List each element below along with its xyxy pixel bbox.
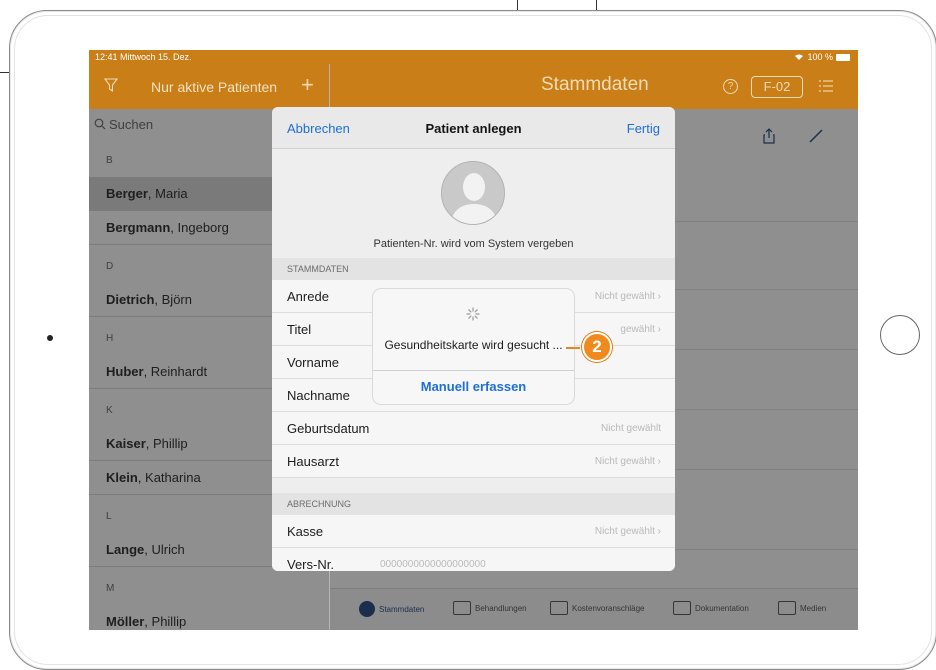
patient-first-name: , Phillip	[144, 614, 187, 629]
id-badge-button[interactable]: F-02	[751, 76, 803, 98]
ipad-screen: 12:41 Mittwoch 15. Dez. 100 % Nur aktive…	[89, 50, 858, 630]
card-search-alert: Gesundheitskarte wird gesucht ... Manuel…	[373, 289, 574, 404]
field-vers-nr[interactable]: Vers-Nr. 0000000000000000000	[272, 548, 675, 571]
patient-first-name: , Ingeborg	[170, 220, 229, 235]
battery-percentage: 100 %	[807, 52, 833, 62]
field-kasse[interactable]: Kasse Nicht gewählt ›	[272, 515, 675, 548]
filter-icon[interactable]	[103, 77, 119, 93]
spinner-icon	[466, 307, 480, 321]
patient-last-name: Kaiser	[106, 436, 146, 451]
section-header-stammdaten: STAMMDATEN	[272, 258, 675, 280]
status-time: 12:41 Mittwoch 15. Dez.	[95, 52, 192, 62]
callout-badge: 2	[582, 332, 612, 362]
patient-last-name: Huber	[106, 364, 144, 379]
person-icon	[359, 601, 375, 617]
section-letter: M	[106, 583, 115, 594]
status-bar: 12:41 Mittwoch 15. Dez. 100 %	[89, 50, 858, 64]
patient-first-name: , Phillip	[145, 436, 188, 451]
page-title: Stammdaten	[541, 74, 649, 95]
add-patient-icon[interactable]: +	[301, 74, 314, 96]
detail-nav-bar: Stammdaten ? F-02	[330, 64, 858, 109]
patient-number-note: Patienten-Nr. wird vom System vergeben	[373, 238, 574, 250]
tab-stammdaten[interactable]: Stammdaten	[359, 601, 424, 617]
avatar-placeholder-icon[interactable]	[441, 161, 505, 225]
sidebar-nav-bar: Nur aktive Patienten +	[89, 64, 329, 109]
patient-first-name: , Maria	[147, 186, 188, 201]
list-icon[interactable]	[818, 78, 834, 94]
alert-message: Gesundheitskarte wird gesucht ...	[384, 338, 563, 352]
manual-entry-button[interactable]: Manuell erfassen	[373, 379, 574, 394]
share-icon[interactable]	[763, 128, 775, 144]
document-icon	[453, 601, 471, 615]
patient-first-name: , Ulrich	[144, 542, 185, 557]
edit-icon[interactable]	[808, 128, 824, 144]
tab-medien[interactable]: Medien	[778, 601, 826, 615]
search-input[interactable]: Suchen	[109, 117, 153, 132]
home-button[interactable]	[880, 315, 920, 355]
patient-first-name: , Reinhardt	[143, 364, 208, 379]
camera-dot	[47, 335, 53, 341]
search-icon	[94, 118, 106, 130]
list-item[interactable]: Möller, Phillip	[89, 605, 329, 630]
field-hausarzt[interactable]: Hausarzt Nicht gewählt ›	[272, 445, 675, 478]
callout-pointer	[566, 347, 580, 349]
modal-header: Abbrechen Patient anlegen Fertig	[272, 107, 675, 149]
patient-first-name: , Katharina	[137, 470, 201, 485]
modal-title: Patient anlegen	[425, 121, 522, 136]
media-icon	[778, 601, 796, 615]
patient-last-name: Lange	[106, 542, 145, 557]
status-battery: 100 %	[794, 50, 850, 64]
filter-title[interactable]: Nur aktive Patienten	[151, 79, 277, 95]
wifi-icon	[795, 54, 804, 60]
field-geburtsdatum[interactable]: Geburtsdatum Nicht gewählt	[272, 412, 675, 445]
patient-last-name: Bergmann	[106, 220, 171, 235]
done-button[interactable]: Fertig	[627, 121, 660, 136]
patient-last-name: Möller	[106, 614, 145, 629]
patient-last-name: Dietrich	[106, 292, 155, 307]
estimate-icon	[550, 601, 568, 615]
pencil-icon	[673, 601, 691, 615]
battery-icon	[836, 53, 850, 61]
patient-last-name: Berger	[106, 186, 148, 201]
tab-bar: Stammdaten Behandlungen Kostenvoranschlä…	[330, 588, 858, 630]
help-icon[interactable]: ?	[723, 79, 738, 94]
section-header-abrechnung: ABRECHNUNG	[272, 493, 675, 515]
tab-behandlungen[interactable]: Behandlungen	[453, 601, 527, 615]
patient-last-name: Klein	[106, 470, 138, 485]
tab-dokumentation[interactable]: Dokumentation	[673, 601, 749, 615]
tab-kostenvoranschlaege[interactable]: Kostenvoranschläge	[550, 601, 645, 615]
patient-first-name: , Björn	[154, 292, 192, 307]
